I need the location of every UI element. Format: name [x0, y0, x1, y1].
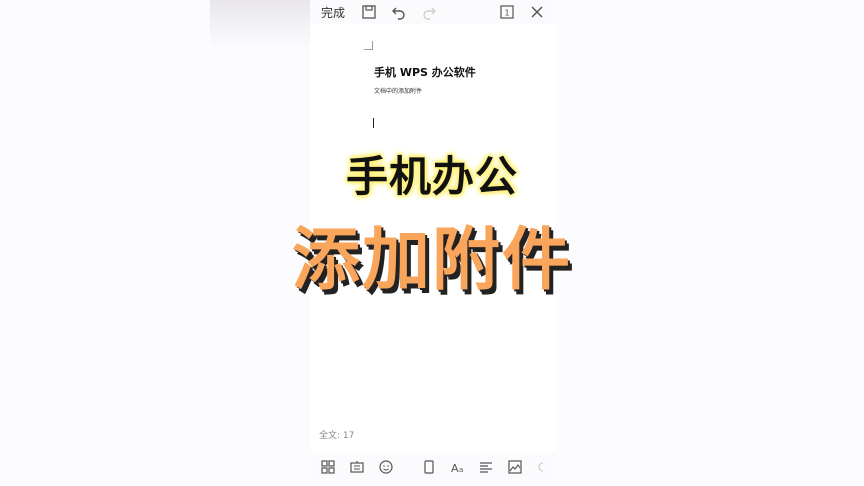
keyboard-icon[interactable] — [349, 459, 365, 475]
page-count-icon[interactable]: 1 — [498, 3, 516, 21]
bottom-toolbar: Aa — [310, 452, 555, 486]
tablet-icon[interactable] — [421, 459, 437, 475]
document-subtitle[interactable]: 文档中的添加附件 — [374, 86, 422, 95]
text-cursor — [373, 118, 374, 128]
undo-icon[interactable] — [390, 3, 408, 21]
svg-text:a: a — [459, 466, 463, 474]
document-title[interactable]: 手机 WPS 办公软件 — [374, 64, 476, 80]
page-margin-marker — [364, 41, 373, 50]
insert-image-icon[interactable] — [507, 459, 523, 475]
overlay-caption-secondary: 添加附件 — [291, 221, 572, 300]
left-fade — [210, 0, 310, 50]
close-icon[interactable] — [528, 3, 546, 21]
top-toolbar: 完成 1 — [310, 0, 555, 24]
svg-text:A: A — [451, 462, 459, 475]
emoji-icon[interactable] — [378, 459, 394, 475]
apps-grid-icon[interactable] — [320, 459, 336, 475]
redo-icon[interactable] — [420, 3, 438, 21]
more-icon[interactable] — [535, 459, 551, 475]
font-style-icon[interactable]: Aa — [450, 459, 466, 475]
paragraph-align-icon[interactable] — [478, 459, 494, 475]
word-count: 全文: 17 — [319, 431, 355, 441]
page-indicator: 1 — [504, 9, 509, 18]
overlay-caption-primary: 手机办公 — [345, 152, 518, 201]
save-icon[interactable] — [360, 3, 378, 21]
done-button[interactable]: 完成 — [321, 4, 345, 21]
